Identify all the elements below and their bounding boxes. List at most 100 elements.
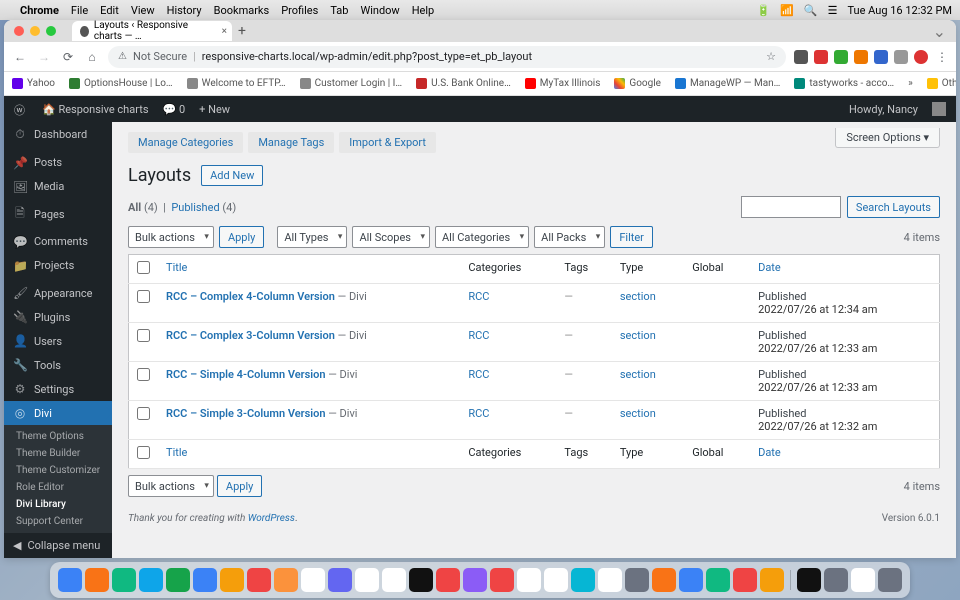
user-avatar-icon[interactable] — [932, 102, 946, 116]
close-window-button[interactable] — [14, 26, 24, 36]
sidebar-item-settings[interactable]: ⚙Settings — [4, 377, 112, 401]
dock-app-icon[interactable] — [247, 568, 271, 592]
zoom-window-button[interactable] — [46, 26, 56, 36]
dock-app-icon[interactable] — [878, 568, 902, 592]
battery-icon[interactable]: 🔋 — [756, 4, 770, 17]
menu-tab[interactable]: Tab — [330, 4, 348, 17]
bookmark[interactable]: Yahoo — [12, 78, 55, 89]
row-checkbox[interactable] — [137, 407, 150, 420]
sidebar-item-plugins[interactable]: 🔌Plugins — [4, 305, 112, 329]
row-type-link[interactable]: section — [620, 407, 656, 420]
sidebar-sub-theme-customizer[interactable]: Theme Customizer — [4, 462, 112, 479]
select-all-checkbox-footer[interactable] — [137, 446, 150, 459]
dock-app-icon[interactable] — [112, 568, 136, 592]
dock-app-icon[interactable] — [625, 568, 649, 592]
ext-icon[interactable] — [894, 50, 908, 64]
spotlight-icon[interactable]: 🔍 — [804, 4, 818, 17]
filter-scopes-select[interactable]: All Scopes — [352, 226, 430, 248]
menu-help[interactable]: Help — [412, 4, 435, 17]
bookmark[interactable]: tastyworks - acco… — [794, 78, 894, 89]
view-published[interactable]: Published — [171, 201, 219, 214]
menu-file[interactable]: File — [71, 4, 88, 17]
sidebar-sub-theme-options[interactable]: Theme Options — [4, 428, 112, 445]
howdy-user[interactable]: Howdy, Nancy — [849, 103, 918, 116]
dock-app-icon[interactable] — [139, 568, 163, 592]
dock-app-icon[interactable] — [733, 568, 757, 592]
dock-app-icon[interactable] — [490, 568, 514, 592]
dock-app-icon[interactable] — [85, 568, 109, 592]
tab-manage-tags[interactable]: Manage Tags — [248, 132, 334, 153]
sidebar-sub-role-editor[interactable]: Role Editor — [4, 479, 112, 496]
tab-manage-categories[interactable]: Manage Categories — [128, 132, 243, 153]
row-category-link[interactable]: RCC — [468, 290, 489, 303]
menu-view[interactable]: View — [131, 4, 155, 17]
new-tab-button[interactable]: + — [238, 23, 246, 39]
row-checkbox[interactable] — [137, 368, 150, 381]
ext-icon[interactable] — [794, 50, 808, 64]
star-icon[interactable]: ☆ — [766, 50, 776, 63]
control-center-icon[interactable]: ☰ — [828, 4, 838, 17]
footer-wordpress-link[interactable]: WordPress — [248, 513, 295, 524]
menu-profiles[interactable]: Profiles — [281, 4, 318, 17]
row-type-link[interactable]: section — [620, 329, 656, 342]
dock-app-icon[interactable] — [544, 568, 568, 592]
dock-app-icon[interactable] — [382, 568, 406, 592]
wifi-icon[interactable]: 📶 — [780, 4, 794, 17]
site-name-link[interactable]: 🏠 Responsive charts — [42, 103, 149, 116]
row-title-link[interactable]: RCC – Complex 4-Column Version — [166, 290, 335, 303]
sidebar-sub-divi-library[interactable]: Divi Library — [4, 496, 112, 513]
filter-packs-select[interactable]: All Packs — [534, 226, 605, 248]
address-bar[interactable]: ⚠ Not Secure | responsive-charts.local/w… — [108, 46, 786, 68]
dock-app-icon[interactable] — [274, 568, 298, 592]
window-chevron-icon[interactable]: ⌄ — [933, 22, 946, 41]
dock-app-icon[interactable] — [463, 568, 487, 592]
tab-close-icon[interactable]: × — [222, 26, 227, 37]
sidebar-item-users[interactable]: 👤Users — [4, 329, 112, 353]
dock-app-icon[interactable] — [355, 568, 379, 592]
sidebar-item-tools[interactable]: 🔧Tools — [4, 353, 112, 377]
new-link[interactable]: + New — [199, 103, 230, 116]
ext-icon[interactable] — [854, 50, 868, 64]
sidebar-sub-support-center[interactable]: Support Center — [4, 513, 112, 530]
row-category-link[interactable]: RCC — [468, 368, 489, 381]
dock-app-icon[interactable] — [517, 568, 541, 592]
col-title[interactable]: Title — [158, 255, 460, 284]
search-input[interactable] — [741, 196, 841, 218]
active-app-name[interactable]: Chrome — [20, 4, 59, 17]
dock-app-icon[interactable] — [652, 568, 676, 592]
bookmark[interactable]: MyTax Illinois — [525, 78, 601, 89]
dock-app-icon[interactable] — [797, 568, 821, 592]
filter-button[interactable]: Filter — [610, 226, 653, 248]
sidebar-item-comments[interactable]: 💬Comments — [4, 230, 112, 254]
dock-app-icon[interactable] — [58, 568, 82, 592]
dock-app-icon[interactable] — [706, 568, 730, 592]
bulk-actions-select-bottom[interactable]: Bulk actions — [128, 475, 214, 497]
bookmark[interactable]: Google — [614, 78, 661, 89]
sidebar-item-media[interactable]: 🖼Media — [4, 175, 112, 199]
add-new-button[interactable]: Add New — [201, 165, 263, 186]
back-button[interactable]: ← — [12, 50, 28, 64]
bookmark[interactable]: Customer Login | I… — [300, 78, 402, 89]
sidebar-item-appearance[interactable]: 🖌Appearance — [4, 281, 112, 305]
dock-app-icon[interactable] — [679, 568, 703, 592]
sidebar-item-dashboard[interactable]: ⏱Dashboard — [4, 122, 112, 147]
dock-app-icon[interactable] — [301, 568, 325, 592]
filter-types-select[interactable]: All Types — [277, 226, 347, 248]
col-date-footer[interactable]: Date — [750, 440, 939, 469]
apply-bulk-button[interactable]: Apply — [219, 226, 264, 248]
row-title-link[interactable]: RCC – Complex 3-Column Version — [166, 329, 335, 342]
dock-app-icon[interactable] — [409, 568, 433, 592]
col-date[interactable]: Date — [750, 255, 939, 284]
dock-app-icon[interactable] — [166, 568, 190, 592]
dock-app-icon[interactable] — [436, 568, 460, 592]
col-title-footer[interactable]: Title — [158, 440, 460, 469]
browser-tab[interactable]: Layouts ‹ Responsive charts — … × — [72, 21, 232, 41]
bookmark[interactable]: OptionsHouse | Lo… — [69, 78, 173, 89]
dock-app-icon[interactable] — [824, 568, 848, 592]
bulk-actions-select[interactable]: Bulk actions — [128, 226, 214, 248]
other-bookmarks[interactable]: Other Bookmarks — [927, 78, 956, 89]
ext-icon[interactable] — [874, 50, 888, 64]
ext-icon[interactable] — [834, 50, 848, 64]
dock-app-icon[interactable] — [851, 568, 875, 592]
bookmark[interactable]: ManageWP — Man… — [675, 78, 780, 89]
